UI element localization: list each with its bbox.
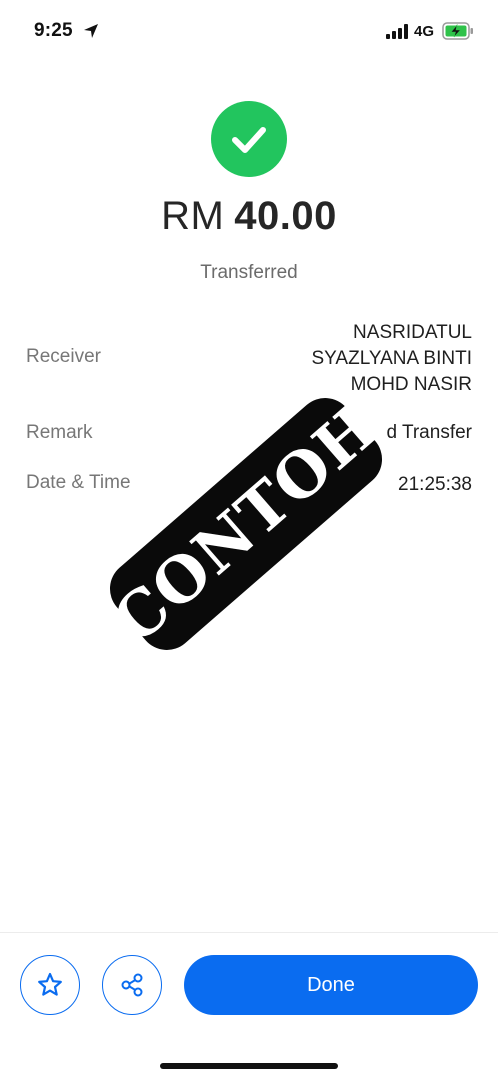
bottom-divider [0, 932, 498, 933]
share-icon [121, 973, 143, 997]
battery-charging-icon [442, 22, 473, 40]
home-indicator[interactable] [160, 1063, 338, 1069]
location-arrow-icon [84, 24, 98, 38]
receiver-name-line: NASRIDATUL [353, 322, 472, 343]
watermark-stamp: CONTOH [99, 391, 392, 658]
datetime-value: 21:25:38 [398, 474, 472, 495]
star-icon [38, 972, 62, 996]
done-button[interactable]: Done [184, 955, 478, 1015]
network-type: 4G [414, 23, 435, 40]
amount-value: 40.00 [234, 194, 337, 238]
receiver-name: NASRIDATUL SYAZLYANA BINTI MOHD NASIR [242, 320, 473, 398]
receiver-name-line: SYAZLYANA BINTI [311, 348, 473, 369]
remark-label: Remark [26, 422, 93, 443]
transfer-status: Transferred [200, 262, 298, 283]
currency-label: RM [161, 194, 225, 238]
status-time: 9:25 [34, 20, 73, 41]
receiver-label: Receiver [26, 346, 101, 367]
transfer-receipt-screen: 9:25 4G RM 40.00 Transferred Receiver NAS… [0, 0, 498, 1080]
signal-icon [386, 24, 408, 39]
remark-value: d Transfer [386, 422, 472, 443]
status-bar: 9:25 4G [0, 0, 498, 64]
success-check-icon [211, 101, 287, 177]
favorite-button[interactable] [20, 955, 80, 1015]
share-button[interactable] [102, 955, 162, 1015]
watermark-text: CONTOH [99, 391, 392, 658]
transfer-amount: RM 40.00 [0, 194, 498, 239]
